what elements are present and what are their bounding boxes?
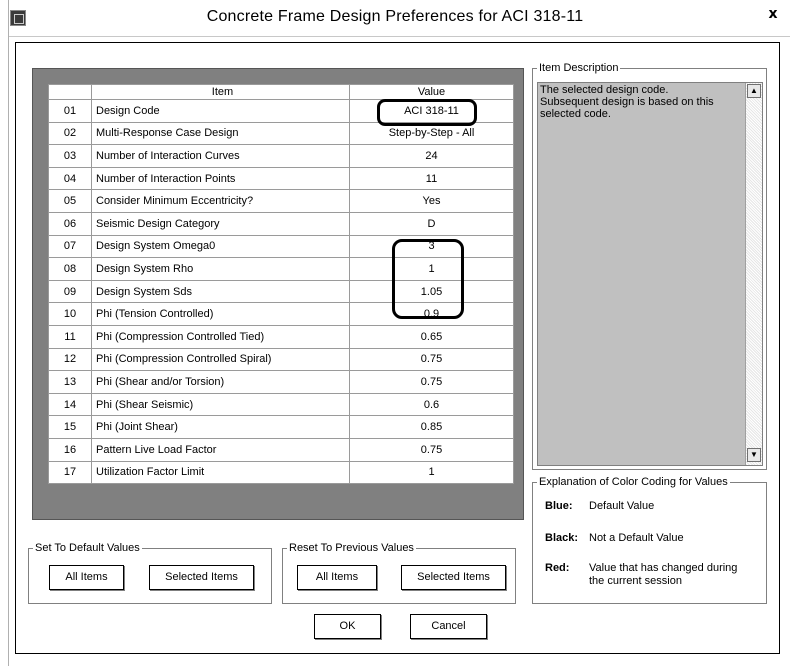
item-description-box: The selected design code. Subsequent des… bbox=[537, 82, 763, 466]
ok-button[interactable]: OK bbox=[314, 614, 381, 639]
table-row[interactable]: 13 Phi (Shear and/or Torsion) 0.75 bbox=[48, 370, 514, 394]
header-number bbox=[48, 84, 92, 100]
row-number: 06 bbox=[48, 211, 92, 236]
close-button[interactable]: x bbox=[762, 4, 784, 24]
color-key: Blue: bbox=[545, 500, 573, 512]
scroll-down-icon[interactable]: ▼ bbox=[747, 448, 761, 462]
row-number: 01 bbox=[48, 99, 92, 123]
row-item-label: Pattern Live Load Factor bbox=[91, 437, 350, 462]
row-item-label: Design System Rho bbox=[91, 257, 350, 281]
header-item: Item bbox=[91, 84, 350, 100]
row-number: 04 bbox=[48, 166, 92, 191]
row-number: 03 bbox=[48, 144, 92, 168]
color-desc: Default Value bbox=[589, 500, 655, 512]
row-value-cell[interactable]: 1 bbox=[349, 460, 514, 485]
table-row[interactable]: 03 Number of Interaction Curves 24 bbox=[48, 144, 514, 168]
row-number: 16 bbox=[48, 437, 92, 462]
color-key: Red: bbox=[545, 562, 570, 574]
table-row[interactable]: 11 Phi (Compression Controlled Tied) 0.65 bbox=[48, 324, 514, 349]
title-bar[interactable]: Concrete Frame Design Preferences for AC… bbox=[0, 0, 790, 37]
row-item-label: Number of Interaction Curves bbox=[91, 144, 350, 168]
default-selected-items-button[interactable]: Selected Items bbox=[149, 565, 254, 590]
row-value-cell[interactable]: D bbox=[349, 211, 514, 236]
row-item-label: Design Code bbox=[91, 99, 350, 123]
row-number: 09 bbox=[48, 279, 92, 304]
row-item-label: Design System Omega0 bbox=[91, 234, 350, 259]
annotation-oval-design-code bbox=[377, 99, 477, 126]
scroll-up-icon[interactable]: ▲ bbox=[747, 84, 761, 98]
row-value-cell[interactable]: 11 bbox=[349, 166, 514, 191]
row-item-label: Utilization Factor Limit bbox=[91, 460, 350, 485]
row-item-label: Phi (Tension Controlled) bbox=[91, 302, 350, 326]
row-number: 14 bbox=[48, 392, 92, 417]
table-row[interactable]: 17 Utilization Factor Limit 1 bbox=[48, 460, 514, 485]
row-value-cell[interactable]: Yes bbox=[349, 189, 514, 213]
row-number: 15 bbox=[48, 415, 92, 439]
row-number: 10 bbox=[48, 302, 92, 326]
table-row[interactable]: 06 Seismic Design Category D bbox=[48, 211, 514, 236]
row-value-cell[interactable]: 0.85 bbox=[349, 415, 514, 439]
header-value: Value bbox=[349, 84, 514, 100]
row-number: 05 bbox=[48, 189, 92, 213]
color-coding-legend: Explanation of Color Coding for Values bbox=[539, 476, 728, 488]
color-coding-black: Black: Not a Default Value bbox=[545, 532, 684, 544]
row-value-cell[interactable]: 0.6 bbox=[349, 392, 514, 417]
table-empty-area bbox=[48, 506, 513, 518]
row-value-cell[interactable]: 0.65 bbox=[349, 324, 514, 349]
row-item-label: Phi (Joint Shear) bbox=[91, 415, 350, 439]
item-description-legend: Item Description bbox=[539, 62, 619, 74]
row-number: 02 bbox=[48, 121, 92, 146]
annotation-oval-seismic-values bbox=[392, 239, 464, 319]
table-row[interactable]: 14 Phi (Shear Seismic) 0.6 bbox=[48, 392, 514, 417]
item-description-text: The selected design code. Subsequent des… bbox=[540, 84, 714, 120]
row-number: 08 bbox=[48, 257, 92, 281]
row-value-cell[interactable]: 24 bbox=[349, 144, 514, 168]
table-header-row: Item Value bbox=[48, 84, 514, 100]
table-row[interactable]: 12 Phi (Compression Controlled Spiral) 0.7… bbox=[48, 347, 514, 372]
row-number: 11 bbox=[48, 324, 92, 349]
reset-previous-legend: Reset To Previous Values bbox=[289, 542, 414, 554]
row-item-label: Phi (Shear and/or Torsion) bbox=[91, 370, 350, 394]
row-item-label: Number of Interaction Points bbox=[91, 166, 350, 191]
row-value-cell[interactable]: 0.75 bbox=[349, 370, 514, 394]
table-row[interactable]: 16 Pattern Live Load Factor 0.75 bbox=[48, 437, 514, 462]
row-item-label: Phi (Shear Seismic) bbox=[91, 392, 350, 417]
table-row[interactable]: 15 Phi (Joint Shear) 0.85 bbox=[48, 415, 514, 439]
row-number: 07 bbox=[48, 234, 92, 259]
default-all-items-button[interactable]: All Items bbox=[49, 565, 124, 590]
row-number: 13 bbox=[48, 370, 92, 394]
row-item-label: Seismic Design Category bbox=[91, 211, 350, 236]
color-coding-red: Red: Value that has changed during the cu… bbox=[545, 562, 755, 588]
row-item-label: Phi (Compression Controlled Tied) bbox=[91, 324, 350, 349]
cancel-button[interactable]: Cancel bbox=[410, 614, 487, 639]
reset-all-items-button[interactable]: All Items bbox=[297, 565, 377, 590]
row-value-cell[interactable]: 0.75 bbox=[349, 347, 514, 372]
row-number: 17 bbox=[48, 460, 92, 485]
window-title: Concrete Frame Design Preferences for AC… bbox=[206, 8, 584, 25]
set-default-legend: Set To Default Values bbox=[35, 542, 140, 554]
table-row[interactable]: 05 Consider Minimum Eccentricity? Yes bbox=[48, 189, 514, 213]
row-item-label: Phi (Compression Controlled Spiral) bbox=[91, 347, 350, 372]
left-border bbox=[0, 0, 9, 666]
description-scrollbar[interactable]: ▲ ▼ bbox=[745, 83, 762, 465]
row-item-label: Multi-Response Case Design bbox=[91, 121, 350, 146]
row-item-label: Consider Minimum Eccentricity? bbox=[91, 189, 350, 213]
color-desc: Not a Default Value bbox=[589, 532, 684, 544]
color-key: Black: bbox=[545, 532, 579, 544]
reset-selected-items-button[interactable]: Selected Items bbox=[401, 565, 506, 590]
color-desc: Value that has changed during the curren… bbox=[589, 562, 738, 587]
design-preferences-dialog: Concrete Frame Design Preferences for AC… bbox=[0, 0, 790, 666]
row-value-cell[interactable]: 0.75 bbox=[349, 437, 514, 462]
table-row[interactable]: 04 Number of Interaction Points 11 bbox=[48, 166, 514, 191]
row-number: 12 bbox=[48, 347, 92, 372]
color-coding-blue: Blue: Default Value bbox=[545, 500, 654, 512]
row-item-label: Design System Sds bbox=[91, 279, 350, 304]
